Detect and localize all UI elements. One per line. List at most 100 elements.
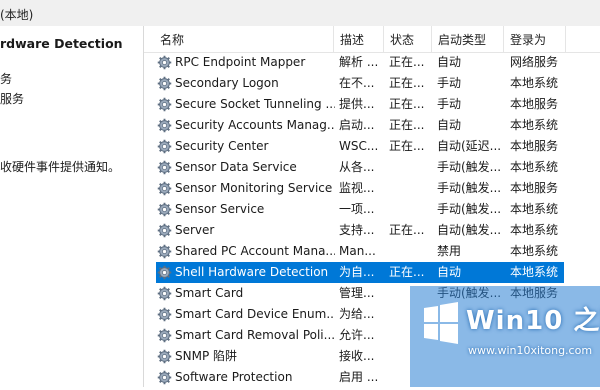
service-logon-as: 本地系统 [510, 202, 559, 216]
service-name: Smart Card [175, 286, 244, 300]
service-row[interactable]: Shell Hardware Detection 为自... 正在... 自动 本地系统 [144, 262, 600, 283]
service-description: 为给... [339, 307, 375, 321]
service-status [389, 241, 429, 262]
service-gear-icon [157, 328, 172, 343]
column-startup-type[interactable]: 启动类型 [432, 26, 504, 52]
service-name: Sensor Monitoring Service [175, 181, 333, 195]
service-logon-as: 本地服务 [510, 97, 559, 111]
service-gear-icon [157, 97, 172, 112]
service-status: 正在... [389, 118, 425, 132]
service-row[interactable]: Sensor Data Service 从各... 手动(触发... 本地系统 [144, 157, 600, 178]
service-startup-type: 自动 [437, 55, 462, 69]
service-startup-type: 手动(触发... [437, 202, 502, 216]
service-detail-pane: rdware Detection 务 服务 收硬件事件提供通知。 [0, 26, 143, 387]
service-row[interactable]: Secure Socket Tunneling ... 提供... 正在... 手动 本… [144, 94, 600, 115]
service-name: SNMP 陷阱 [175, 349, 237, 363]
service-gear-icon [157, 265, 172, 280]
service-detail-line-2[interactable]: 服务 [0, 90, 24, 107]
service-status: 正在... [389, 139, 425, 153]
service-row[interactable]: Security Accounts Manag... 启动... 正在... 自动 本地… [144, 115, 600, 136]
column-header: 名称 描述 状态 启动类型 登录为 [144, 26, 600, 53]
service-gear-icon [157, 55, 172, 70]
service-gear-icon [157, 244, 172, 259]
service-description: 启动... [339, 118, 375, 132]
service-startup-type: 自动(延迟... [437, 139, 502, 153]
watermark-brand: Win10 之家 [466, 306, 600, 336]
service-name: Secondary Logon [175, 76, 279, 90]
service-gear-icon [157, 160, 172, 175]
service-description: 收硬件事件提供通知。 [0, 160, 121, 174]
service-name: RPC Endpoint Mapper [175, 55, 306, 69]
service-logon-as: 网络服务 [510, 55, 559, 69]
service-name: Secure Socket Tunneling ... [175, 97, 335, 111]
service-status [389, 178, 429, 199]
service-name: Security Accounts Manag... [175, 118, 335, 132]
service-name: Shell Hardware Detection [175, 265, 329, 279]
service-gear-icon [157, 286, 172, 301]
service-status: 正在... [389, 97, 425, 111]
service-description: 在不... [339, 76, 375, 90]
service-gear-icon [157, 349, 172, 364]
service-logon-as: 本地服务 [510, 181, 559, 195]
service-row[interactable]: Sensor Monitoring Service 监视... 手动(触发... 本地… [144, 178, 600, 199]
service-logon-as: 本地系统 [510, 244, 559, 258]
service-status: 正在... [389, 76, 425, 90]
service-name: Security Center [175, 139, 269, 153]
service-startup-type: 自动(触发... [437, 223, 502, 237]
service-startup-type: 手动(触发... [437, 181, 502, 195]
service-row[interactable]: Security Center WSC... 正在... 自动(延迟... 本地服务 [144, 136, 600, 157]
service-name: Software Protection [175, 370, 293, 384]
column-logon-as[interactable]: 登录为 [504, 26, 566, 52]
window-title: (本地) [0, 8, 34, 22]
service-row[interactable]: Sensor Service 一项... 手动(触发... 本地系统 [144, 199, 600, 220]
service-startup-type: 手动(触发... [437, 160, 502, 174]
service-description: 解析 ... [339, 55, 379, 69]
service-detail-title: rdware Detection [0, 36, 123, 51]
service-status: 正在... [389, 265, 425, 279]
service-logon-as: 本地系统 [510, 223, 559, 237]
service-status [389, 157, 429, 178]
service-name: Sensor Data Service [175, 160, 297, 174]
service-logon-as: 本地系统 [510, 76, 559, 90]
service-description: 接收... [339, 349, 375, 363]
service-name: Server [175, 223, 215, 237]
service-description: 允许... [339, 328, 375, 342]
service-description: 从各... [339, 160, 375, 174]
service-description: 监视... [339, 181, 375, 195]
window-title-bar: (本地) [0, 0, 600, 27]
service-startup-type: 手动 [437, 76, 462, 90]
service-gear-icon [157, 223, 172, 238]
service-status: 正在... [389, 55, 425, 69]
service-description: 支持... [339, 223, 375, 237]
service-gear-icon [157, 202, 172, 217]
service-startup-type: 禁用 [437, 244, 462, 258]
service-row[interactable]: Server 支持... 正在... 自动(触发... 本地系统 [144, 220, 600, 241]
service-description: 为自... [339, 265, 375, 279]
service-description: 提供... [339, 97, 375, 111]
service-row[interactable]: RPC Endpoint Mapper 解析 ... 正在... 自动 网络服务 [144, 52, 600, 73]
service-gear-icon [157, 370, 172, 385]
service-description: 启用 ... [339, 370, 379, 384]
service-name: Smart Card Removal Poli... [175, 328, 335, 342]
watermark: Win10 之家 www.win10xitong.com [410, 286, 600, 387]
service-description: 管理... [339, 286, 375, 300]
column-name[interactable]: 名称 [154, 26, 334, 52]
column-status[interactable]: 状态 [384, 26, 432, 52]
service-row[interactable]: Secondary Logon 在不... 正在... 手动 本地系统 [144, 73, 600, 94]
service-description: Man... [339, 244, 376, 258]
service-status [389, 199, 429, 220]
column-description[interactable]: 描述 [334, 26, 384, 52]
service-row[interactable]: Shared PC Account Mana... Man... 禁用 本地系统 [144, 241, 600, 262]
watermark-url: www.win10xitong.com [468, 344, 593, 357]
service-description: 一项... [339, 202, 375, 216]
service-name: Shared PC Account Mana... [175, 244, 335, 258]
service-logon-as: 本地系统 [510, 160, 559, 174]
service-status: 正在... [389, 223, 425, 237]
service-detail-line-1[interactable]: 务 [0, 70, 12, 87]
service-gear-icon [157, 118, 172, 133]
service-startup-type: 手动 [437, 97, 462, 111]
service-startup-type: 自动 [437, 118, 462, 132]
service-name: Smart Card Device Enum... [175, 307, 335, 321]
service-logon-as: 本地系统 [510, 265, 559, 279]
service-gear-icon [157, 181, 172, 196]
